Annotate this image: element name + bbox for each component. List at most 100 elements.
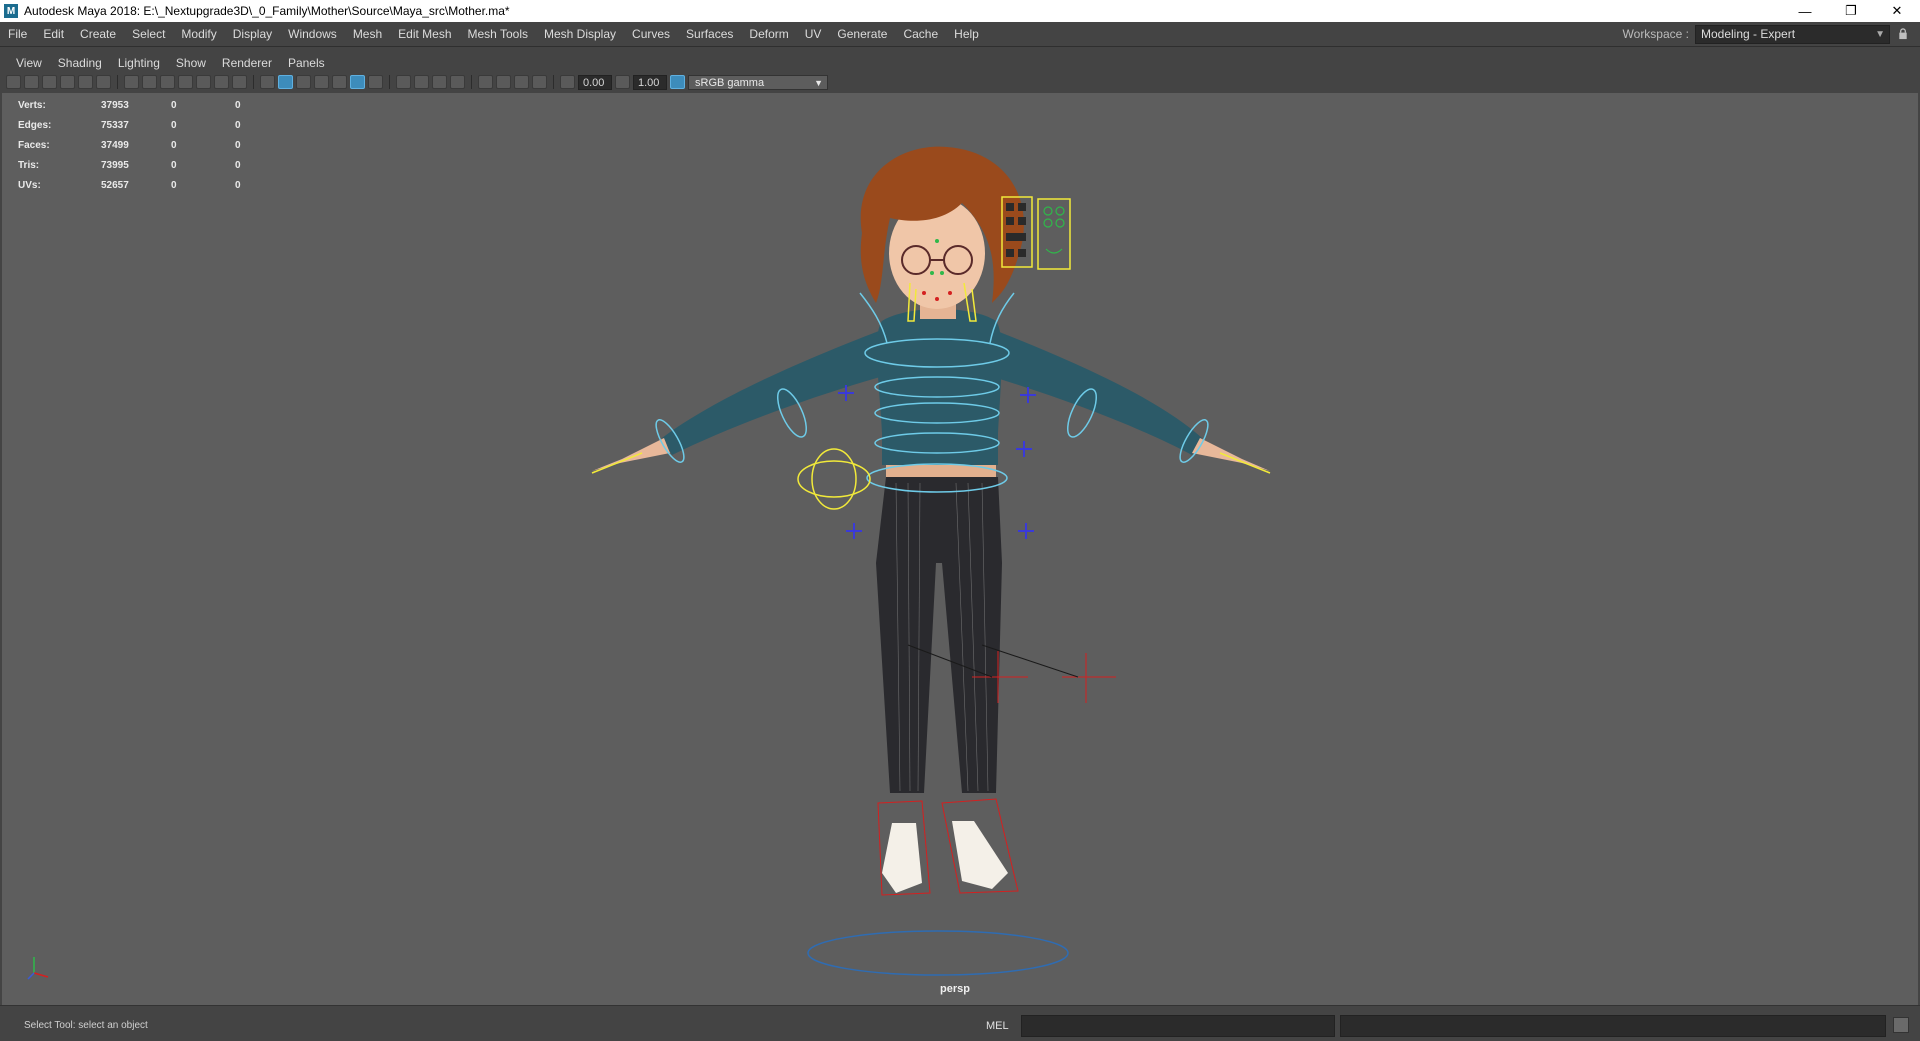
script-editor-icon[interactable] <box>1893 1017 1909 1033</box>
menu-mesh[interactable]: Mesh <box>345 22 390 46</box>
2d-pan-zoom-icon[interactable] <box>78 75 93 89</box>
menu-modify[interactable]: Modify <box>173 22 224 46</box>
grid-icon[interactable] <box>124 75 139 89</box>
film-gate-icon[interactable] <box>142 75 157 89</box>
panel-menu-panels[interactable]: Panels <box>280 56 333 70</box>
panel-menu-view[interactable]: View <box>8 56 50 70</box>
menu-curves[interactable]: Curves <box>624 22 678 46</box>
default-lighting-icon[interactable] <box>296 75 311 89</box>
hud-row-verts: Verts: 37953 0 0 <box>18 95 265 115</box>
resolution-gate-icon[interactable] <box>160 75 175 89</box>
image-plane-icon[interactable] <box>60 75 75 89</box>
screen-space-ao-icon[interactable] <box>396 75 411 89</box>
toolbar-divider <box>553 75 554 89</box>
menu-edit-mesh[interactable]: Edit Mesh <box>390 22 459 46</box>
panel-menu-lighting[interactable]: Lighting <box>110 56 168 70</box>
right-arm <box>980 329 1202 455</box>
hud-label: Faces: <box>18 139 50 151</box>
color-management-icon[interactable] <box>670 75 685 89</box>
command-language-toggle[interactable]: MEL <box>986 1020 1009 1032</box>
close-button[interactable]: ✕ <box>1874 0 1920 22</box>
workspace-selector: Workspace : Modeling - Expert ▼ <box>1623 22 1908 46</box>
workspace-value: Modeling - Expert <box>1701 26 1796 41</box>
menu-select[interactable]: Select <box>124 22 173 46</box>
command-input[interactable] <box>1021 1015 1335 1037</box>
menu-cache[interactable]: Cache <box>895 22 946 46</box>
gate-mask-icon[interactable] <box>178 75 193 89</box>
xray-active-components-icon[interactable] <box>532 75 547 89</box>
workspace-dropdown[interactable]: Modeling - Expert ▼ <box>1695 24 1890 44</box>
menu-display[interactable]: Display <box>225 22 280 46</box>
gamma-field[interactable]: 1.00 <box>633 74 667 90</box>
face-panel-eyes <box>1043 206 1065 254</box>
isolate-select-icon[interactable] <box>478 75 493 89</box>
perspective-viewport[interactable]: Verts: 37953 0 0 Edges: 75337 0 0 Faces:… <box>2 93 1918 1005</box>
maximize-button[interactable]: ❐ <box>1828 0 1874 22</box>
poly-count-hud: Verts: 37953 0 0 Edges: 75337 0 0 Faces:… <box>18 95 265 195</box>
window-title: Autodesk Maya 2018: E:\_Nextupgrade3D\_0… <box>24 4 510 18</box>
right-hand <box>1192 438 1270 471</box>
maya-logo-icon: M <box>4 4 18 18</box>
chevron-down-icon: ▼ <box>1875 28 1885 40</box>
minimize-button[interactable]: — <box>1782 0 1828 22</box>
panel-menu-renderer[interactable]: Renderer <box>214 56 280 70</box>
use-all-lights-icon[interactable] <box>350 75 365 89</box>
hud-row-tris: Tris: 73995 0 0 <box>18 155 265 175</box>
menu-windows[interactable]: Windows <box>280 22 345 46</box>
menu-edit[interactable]: Edit <box>35 22 72 46</box>
textured-icon[interactable] <box>332 75 347 89</box>
grease-pencil-icon[interactable] <box>96 75 111 89</box>
safe-action-icon[interactable] <box>214 75 229 89</box>
hud-value: 73995 <box>101 159 129 171</box>
panel-menu-shading[interactable]: Shading <box>50 56 110 70</box>
motion-blur-icon[interactable] <box>414 75 429 89</box>
hud-value: 0 <box>171 119 177 131</box>
menu-mesh-tools[interactable]: Mesh Tools <box>460 22 536 46</box>
menu-deform[interactable]: Deform <box>741 22 796 46</box>
left-shoe <box>882 823 922 893</box>
select-camera-icon[interactable] <box>6 75 21 89</box>
anti-aliasing-icon[interactable] <box>432 75 447 89</box>
main-menu-bar: File Edit Create Select Modify Display W… <box>0 22 1920 47</box>
gamma-icon[interactable] <box>615 75 630 89</box>
menu-file[interactable]: File <box>0 22 35 46</box>
menu-create[interactable]: Create <box>72 22 124 46</box>
exposure-icon[interactable] <box>560 75 575 89</box>
wireframe-on-shaded-icon[interactable] <box>314 75 329 89</box>
smooth-shade-icon[interactable] <box>278 75 293 89</box>
menu-generate[interactable]: Generate <box>829 22 895 46</box>
hud-label: Edges: <box>18 119 52 131</box>
safe-title-icon[interactable] <box>232 75 247 89</box>
xray-joints-icon[interactable] <box>514 75 529 89</box>
hud-label: Verts: <box>18 99 46 111</box>
right-shoe <box>952 821 1008 889</box>
bookmarks-icon[interactable] <box>42 75 57 89</box>
menu-surfaces[interactable]: Surfaces <box>678 22 741 46</box>
shadows-icon[interactable] <box>368 75 383 89</box>
depth-of-field-icon[interactable] <box>450 75 465 89</box>
menu-uv[interactable]: UV <box>797 22 830 46</box>
view-transform-dropdown[interactable]: sRGB gamma ▼ <box>688 74 828 90</box>
exposure-field[interactable]: 0.00 <box>578 74 612 90</box>
hud-value: 75337 <box>101 119 129 131</box>
title-bar: M Autodesk Maya 2018: E:\_Nextupgrade3D\… <box>0 0 1920 22</box>
menu-help[interactable]: Help <box>946 22 987 46</box>
wireframe-icon[interactable] <box>260 75 275 89</box>
hud-value: 37499 <box>101 139 129 151</box>
field-chart-icon[interactable] <box>196 75 211 89</box>
hud-value: 0 <box>171 159 177 171</box>
panel-toolbar: 0.00 1.00 sRGB gamma ▼ <box>6 73 828 91</box>
menu-mesh-display[interactable]: Mesh Display <box>536 22 624 46</box>
panel-menu-show[interactable]: Show <box>168 56 214 70</box>
help-line: Select Tool: select an object <box>24 1020 148 1031</box>
toolbar-divider <box>117 75 118 89</box>
hud-row-uvs: UVs: 52657 0 0 <box>18 175 265 195</box>
hud-value: 0 <box>171 139 177 151</box>
xray-icon[interactable] <box>496 75 511 89</box>
toolbar-divider <box>253 75 254 89</box>
root-control <box>807 930 1069 976</box>
camera-attributes-icon[interactable] <box>24 75 39 89</box>
toolbar-divider <box>389 75 390 89</box>
workspace-label: Workspace : <box>1622 27 1689 41</box>
lock-icon[interactable] <box>1898 28 1908 40</box>
